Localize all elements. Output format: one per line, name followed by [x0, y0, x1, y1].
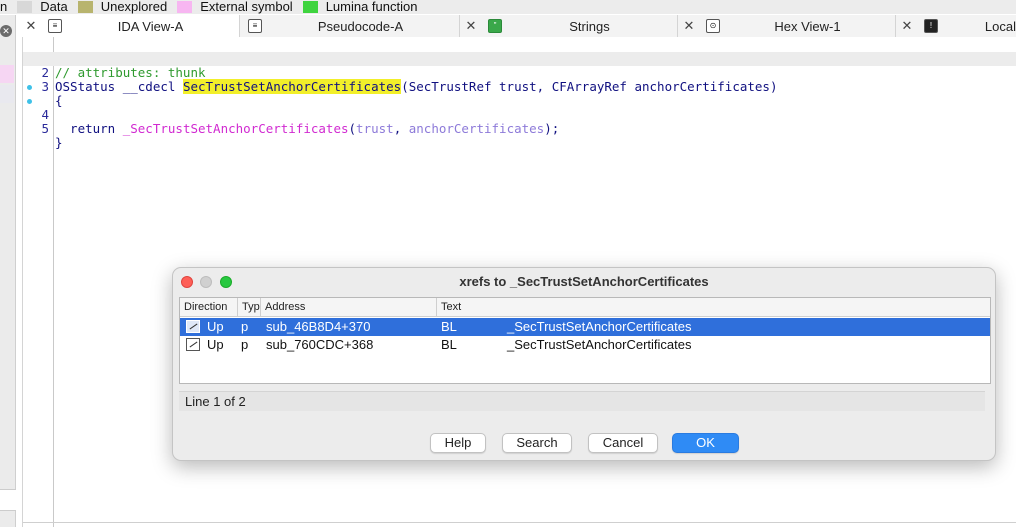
legend-swatch-lumina [302, 1, 318, 13]
cell-target: _SecTrustSetAnchorCertificates [507, 319, 692, 334]
color-legend-bar: n Data Unexplored External symbol Lumina… [0, 0, 1016, 14]
close-paren: ); [544, 121, 560, 136]
legend-swatch-data [17, 1, 33, 13]
ida-view-icon: ≡ [48, 19, 62, 33]
line-number: 5 [41, 121, 49, 136]
code-line[interactable]: 3 { [23, 66, 1016, 108]
cell-instruction: BL [441, 337, 457, 352]
cell-type: p [241, 319, 249, 334]
tab-ida-view-a[interactable]: ✕ ≡ IDA View-A [20, 15, 240, 37]
help-button[interactable]: Help [430, 433, 486, 453]
code-line[interactable]: 1 // attributes: thunk [23, 38, 1016, 80]
breakpoint-dot-icon[interactable] [27, 85, 32, 90]
tab-label: Hex View-1 [774, 18, 841, 34]
arg-trust[interactable]: trust [356, 121, 394, 136]
legend-item-external-symbol: External symbol [177, 0, 302, 14]
close-tab-icon[interactable]: ✕ [896, 18, 918, 34]
code-line-current[interactable]: 2 OSStatus __cdecl SecTrustSetAnchorCert… [23, 52, 1016, 94]
legend-label: Unexplored [100, 0, 168, 14]
column-header-type[interactable]: Typ [238, 298, 261, 317]
function-list-highlight [0, 65, 14, 83]
tab-pseudocode-a[interactable]: ≡ Pseudocode-A [240, 15, 460, 37]
xref-jump-icon [186, 338, 200, 351]
legend-label: n [0, 0, 8, 14]
close-tab-icon[interactable]: ✕ [460, 18, 482, 34]
local-types-icon: ! [924, 19, 938, 33]
breakpoint-dot-icon[interactable] [27, 99, 32, 104]
column-header-address[interactable]: Address [261, 298, 437, 317]
cell-address: sub_46B8D4+370 [266, 319, 371, 334]
cell-direction: Up [207, 337, 224, 352]
ida-window: n Data Unexplored External symbol Lumina… [0, 0, 1016, 527]
table-header: Direction Typ Address Text [180, 298, 990, 317]
code-line[interactable]: 5 } [23, 94, 1016, 150]
code-bottom-border [23, 522, 1016, 523]
function-list-row [0, 85, 14, 103]
tab-label: Strings [569, 18, 610, 34]
open-paren: ( [348, 121, 357, 136]
legend-swatch-unexplored [77, 1, 93, 13]
hex-view-icon: ⊙ [706, 19, 720, 33]
ok-button[interactable]: OK [672, 433, 739, 453]
legend-item-data: Data [17, 0, 77, 14]
dialog-title: xrefs to _SecTrustSetAnchorCertificates [459, 274, 709, 289]
close-panel-icon[interactable]: ✕ [0, 25, 12, 37]
legend-item-n: n [0, 0, 17, 14]
cell-instruction: BL [441, 319, 457, 334]
close-tab-icon[interactable]: ✕ [678, 18, 700, 34]
legend-label: Data [40, 0, 68, 14]
xref-jump-icon [186, 320, 200, 333]
cell-direction: Up [207, 319, 224, 334]
arg-anchor-certificates[interactable]: anchorCertificates [409, 121, 544, 136]
column-header-direction[interactable]: Direction [180, 298, 238, 317]
table-row-selected[interactable]: Up p sub_46B8D4+370 BL _SecTrustSetAncho… [180, 318, 990, 336]
status-line: Line 1 of 2 [179, 391, 985, 411]
cell-type: p [241, 337, 249, 352]
legend-item-lumina: Lumina function [302, 0, 428, 14]
tab-local-types[interactable]: ✕ ! Local [896, 15, 1016, 37]
cell-target: _SecTrustSetAnchorCertificates [507, 337, 692, 352]
arg-separator: , [393, 121, 409, 136]
column-header-text[interactable]: Text [437, 298, 990, 317]
tab-bar: ✕ ≡ IDA View-A ≡ Pseudocode-A ✕ " String… [20, 15, 1016, 37]
xrefs-dialog: xrefs to _SecTrustSetAnchorCertificates … [172, 267, 996, 461]
pseudocode-icon: ≡ [248, 19, 262, 33]
tab-strings[interactable]: ✕ " Strings [460, 15, 678, 37]
close-tab-icon[interactable]: ✕ [20, 18, 42, 34]
cell-address: sub_760CDC+368 [266, 337, 374, 352]
code-line[interactable]: 4 return _SecTrustSetAnchorCertificates(… [23, 80, 1016, 136]
close-brace: } [55, 135, 63, 150]
left-panel-input[interactable] [0, 489, 16, 511]
table-row[interactable]: Up p sub_760CDC+368 BL _SecTrustSetAncho… [180, 336, 990, 354]
tab-label: Pseudocode-A [317, 18, 404, 34]
xrefs-table[interactable]: Direction Typ Address Text Up p sub_46B8… [179, 297, 991, 384]
external-call-name[interactable]: _SecTrustSetAnchorCertificates [123, 121, 349, 136]
tab-label: IDA View-A [117, 18, 184, 34]
tab-label: Local [984, 18, 1016, 34]
strings-icon: " [488, 19, 502, 33]
cancel-button[interactable]: Cancel [588, 433, 658, 453]
legend-label: Lumina function [325, 0, 418, 14]
tab-hex-view-1[interactable]: ✕ ⊙ Hex View-1 [678, 15, 896, 37]
legend-item-unexplored: Unexplored [77, 0, 178, 14]
left-panel-strip: ✕ [0, 15, 16, 527]
legend-swatch-external [177, 1, 193, 13]
search-button[interactable]: Search [502, 433, 572, 453]
legend-label: External symbol [200, 0, 293, 14]
